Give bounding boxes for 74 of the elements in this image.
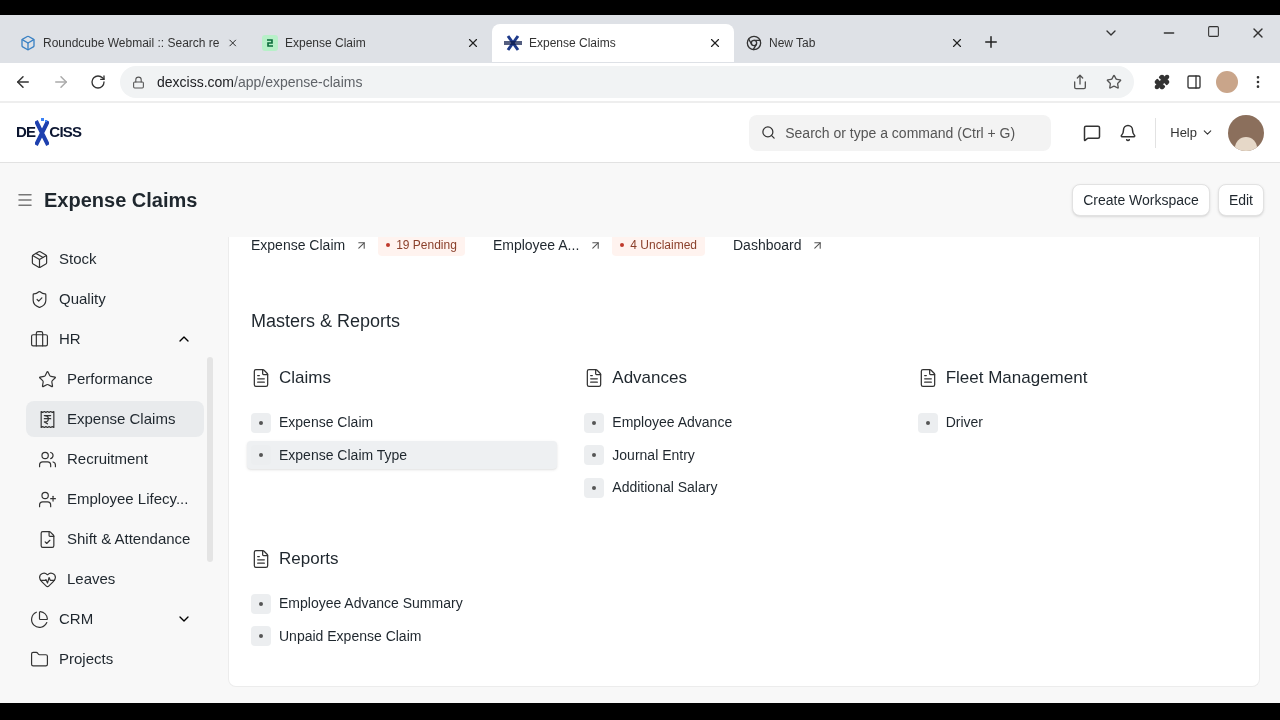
shortcut-link[interactable]: Expense Claim <box>251 237 346 256</box>
browser-tab[interactable]: Expense Claims <box>492 24 734 62</box>
sidebar-item[interactable]: Performance <box>26 361 204 397</box>
box-icon <box>30 249 49 269</box>
user-plus-icon <box>38 489 57 509</box>
sidebar-item[interactable]: HR <box>26 321 204 357</box>
reload-icon[interactable] <box>90 74 106 90</box>
card-title: Claims <box>279 367 331 389</box>
shortcut-link[interactable]: Dashboard <box>733 237 802 256</box>
sidebar-item[interactable]: Projects <box>26 641 204 677</box>
close-icon[interactable] <box>708 36 722 50</box>
side-panel-icon[interactable] <box>1186 74 1202 90</box>
browser-tab[interactable]: Expense Claim <box>250 24 492 62</box>
card-title: Fleet Management <box>945 367 1088 389</box>
close-icon[interactable] <box>950 36 964 50</box>
chrome-icon <box>746 35 762 51</box>
bullet-icon <box>925 420 930 425</box>
sidebar-item[interactable]: Quality <box>26 281 204 317</box>
maximize-icon[interactable] <box>1207 25 1220 38</box>
receipt-icon <box>38 409 57 429</box>
new-tab-icon[interactable] <box>982 33 1000 51</box>
shield-icon <box>30 289 49 309</box>
user-avatar[interactable] <box>1228 114 1264 151</box>
sidebar-item[interactable]: Leaves <box>26 561 204 597</box>
address-bar[interactable]: dexciss.com/app/expense-claims <box>120 66 1134 98</box>
sidebar-item[interactable]: Employee Lifecy... <box>26 481 204 517</box>
share-icon[interactable] <box>1072 74 1088 90</box>
sidebar-item[interactable]: Stock <box>26 241 204 277</box>
browser-tab[interactable]: New Tab <box>734 24 976 62</box>
briefcase-icon <box>30 329 49 349</box>
browser-tab[interactable]: Roundcube Webmail :: Search re <box>8 24 250 62</box>
section-title: Masters & Reports <box>251 310 402 333</box>
star-icon <box>38 369 57 389</box>
search-field[interactable]: Search or type a command (Ctrl + G) <box>749 114 1052 151</box>
cube-icon <box>20 35 36 51</box>
bullet-icon <box>592 485 597 490</box>
bullet-icon <box>592 453 597 457</box>
extensions-icon[interactable] <box>1154 74 1170 90</box>
logo-icon <box>504 35 522 51</box>
help-button[interactable]: Help <box>1170 122 1214 143</box>
edit-button[interactable]: Edit <box>1217 184 1264 216</box>
link-item[interactable]: Expense Claim Type <box>247 441 557 469</box>
close-icon[interactable] <box>466 36 480 50</box>
bullet-icon <box>259 634 263 638</box>
bullet-icon <box>259 453 263 457</box>
app-icon <box>262 35 278 51</box>
file-check-icon <box>38 529 57 549</box>
page-title: Expense Claims <box>44 188 198 213</box>
notification-icon[interactable] <box>1119 123 1138 142</box>
badge-label: 19 Pending <box>396 237 457 254</box>
chat-icon[interactable] <box>1083 123 1102 142</box>
sidebar-item[interactable]: Shift & Attendance <box>26 521 204 557</box>
sidebar-item[interactable]: Expense Claims <box>26 401 204 437</box>
bullet-icon <box>259 420 263 425</box>
sidebar-item[interactable]: CRM <box>26 601 204 637</box>
shortcut-link[interactable]: Employee A... <box>492 237 580 256</box>
bullet-icon <box>259 601 263 606</box>
document-icon <box>251 548 271 569</box>
card-title: Reports <box>279 548 339 570</box>
folder-icon <box>30 649 49 669</box>
users-icon <box>38 449 57 469</box>
document-icon <box>251 367 271 388</box>
sidebar-item[interactable]: Recruitment <box>26 441 204 477</box>
app-logo[interactable]: DE CISS <box>16 115 82 150</box>
heart-pulse-icon <box>38 569 57 589</box>
bookmark-star-icon[interactable] <box>1106 74 1122 90</box>
badge-label: 4 Unclaimed <box>630 237 697 254</box>
card-title: Advances <box>612 367 687 389</box>
create-workspace-button[interactable]: Create Workspace <box>1072 184 1210 216</box>
back-icon[interactable] <box>14 73 32 91</box>
lock-icon <box>132 75 145 89</box>
bullet-icon <box>592 420 597 425</box>
search-icon <box>761 124 777 140</box>
pie-chart-icon <box>30 609 49 629</box>
